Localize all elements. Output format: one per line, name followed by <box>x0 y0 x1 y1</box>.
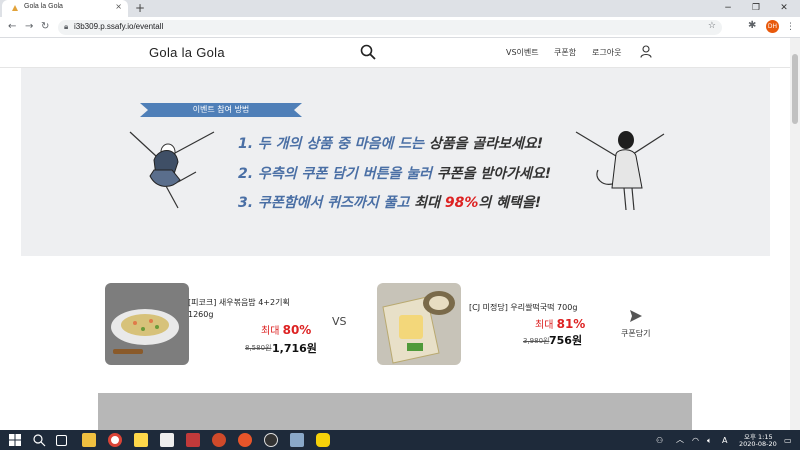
forward-icon[interactable]: → <box>25 20 33 34</box>
product-1-name: [피코크] 새우볶음밥 4+2기획 1260g <box>188 298 290 319</box>
product-1-old-price: 8,580원 <box>245 344 272 352</box>
task-view-icon[interactable] <box>56 435 67 446</box>
file-explorer-icon[interactable] <box>82 433 96 447</box>
ime-icon[interactable]: A <box>722 434 727 448</box>
chrome-icon[interactable] <box>108 433 122 447</box>
product-2-discount: 최대 81% <box>535 317 586 331</box>
site-favicon-icon <box>12 5 18 11</box>
bookmark-star-icon[interactable]: ☆ <box>708 21 716 31</box>
dancing-girl-right-illustration <box>575 131 665 211</box>
app-icon-2[interactable] <box>186 433 200 447</box>
coupon-add-button[interactable]: 쿠폰담기 <box>621 328 650 339</box>
maximize-button[interactable]: ❐ <box>744 1 768 15</box>
windows-taskbar: ⚇ ︿ ◠ 🔈︎ A ▭ <box>0 430 800 450</box>
taskbar-date[interactable]: 2020-08-20 <box>739 440 777 448</box>
browser-tab-strip: Gola la Gola × + − ❐ ✕ <box>0 0 800 17</box>
sticky-notes-icon[interactable] <box>134 433 148 447</box>
taskbar-search-icon[interactable] <box>32 433 46 447</box>
product-2-price: 756원 <box>549 334 583 347</box>
step-1-text: 1. 두 개의 상품 중 마음에 드는 상품을 골라보세요! <box>238 136 544 152</box>
dancing-girl-left-illustration <box>129 131 215 209</box>
page-scrollbar[interactable] <box>790 38 800 430</box>
product-1-price: 1,716원 <box>272 342 317 355</box>
step-2-text: 2. 우측의 쿠폰 담기 버튼을 눌러 쿠폰을 받아가세요! <box>238 166 552 182</box>
volume-icon[interactable]: 🔈︎ <box>707 434 712 448</box>
send-coupon-icon[interactable] <box>629 309 643 323</box>
notification-icon[interactable]: ▭ <box>784 434 792 448</box>
profile-avatar[interactable]: DH <box>766 20 779 33</box>
reload-icon[interactable]: ↻ <box>41 20 49 34</box>
app-icon-6[interactable] <box>290 433 304 447</box>
nav-coupon-box[interactable]: 쿠폰함 <box>554 47 576 58</box>
product-2-image[interactable] <box>377 283 461 365</box>
search-icon[interactable] <box>360 44 376 60</box>
windows-start-icon[interactable] <box>8 433 22 447</box>
vs-label: VS <box>332 315 347 328</box>
new-tab-button[interactable]: + <box>135 0 145 17</box>
app-icon-3[interactable] <box>212 433 226 447</box>
window-close-button[interactable]: ✕ <box>772 1 796 15</box>
ribbon-label: 이벤트 참여 방법 <box>192 105 250 114</box>
next-event-section <box>98 393 692 430</box>
site-logo[interactable]: Gola la Gola <box>149 45 225 60</box>
nav-logout[interactable]: 로그아웃 <box>592 47 621 58</box>
product-2-name: [CJ 미정당] 우리쌀떡국떡 700g <box>469 303 578 312</box>
minimize-button[interactable]: − <box>716 1 740 15</box>
kakaotalk-icon[interactable] <box>316 433 330 447</box>
url-text[interactable]: i3b309.p.ssafy.io/eventall <box>74 22 163 31</box>
app-icon-1[interactable] <box>160 433 174 447</box>
tab-close-icon[interactable]: × <box>115 2 122 11</box>
tab-title: Gola la Gola <box>24 3 63 10</box>
browser-tab[interactable]: Gola la Gola × <box>2 0 128 17</box>
product-2-old-price: 3,980원 <box>523 337 550 345</box>
scrollbar-thumb[interactable] <box>792 54 798 124</box>
tray-chevron-icon[interactable]: ︿ <box>676 433 684 447</box>
address-bar[interactable]: 🔒︎ i3b309.p.ssafy.io/eventall ☆ <box>58 20 722 35</box>
app-icon-4[interactable] <box>238 433 252 447</box>
product-1-discount: 최대 80% <box>261 323 312 337</box>
back-icon[interactable]: ← <box>8 20 16 34</box>
user-icon[interactable] <box>640 45 652 58</box>
browser-toolbar: ← → ↻ 🔒︎ i3b309.p.ssafy.io/eventall ☆ ✱ <box>0 17 800 38</box>
app-icon-5[interactable] <box>264 433 278 447</box>
step-3-text: 3. 쿠폰함에서 퀴즈까지 풀고 최대 98%의 혜택을! <box>238 195 542 211</box>
site-header: Gola la Gola VS이벤트 쿠폰함 로그아웃 <box>0 38 790 68</box>
extensions-icon[interactable]: ✱ <box>748 19 756 33</box>
browser-menu-icon[interactable]: ⋮ <box>786 20 795 34</box>
nav-vs-event[interactable]: VS이벤트 <box>506 47 539 58</box>
lock-icon: 🔒︎ <box>64 22 69 31</box>
network-icon[interactable]: ◠ <box>692 434 699 448</box>
product-1-image[interactable] <box>105 283 189 365</box>
people-icon[interactable]: ⚇ <box>656 434 663 448</box>
